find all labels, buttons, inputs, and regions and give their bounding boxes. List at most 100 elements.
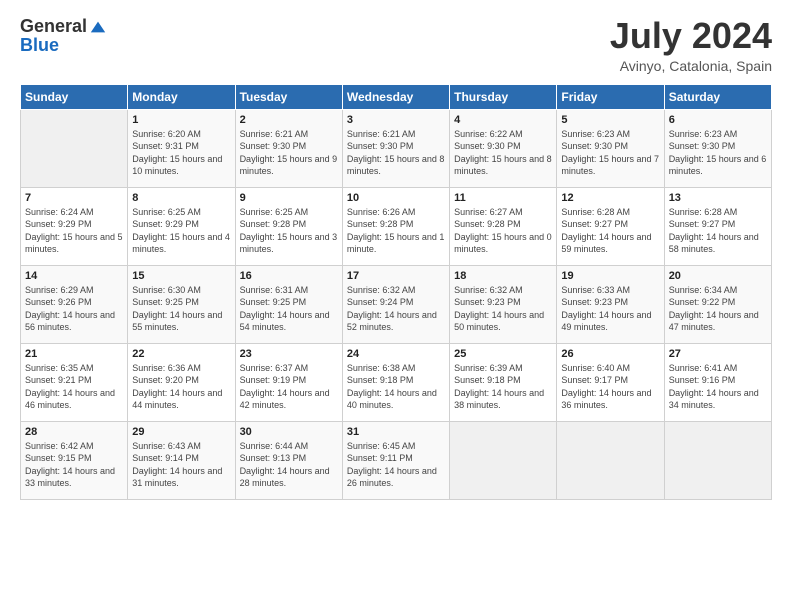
day-daylight: Daylight: 15 hours and 8 minutes.	[347, 154, 445, 177]
day-sunset: Sunset: 9:30 PM	[561, 141, 628, 151]
calendar-cell: 6 Sunrise: 6:23 AM Sunset: 9:30 PM Dayli…	[664, 109, 771, 187]
day-sunrise: Sunrise: 6:34 AM	[669, 285, 738, 295]
day-number: 14	[25, 270, 123, 282]
day-number: 10	[347, 192, 445, 204]
day-sunset: Sunset: 9:30 PM	[454, 141, 521, 151]
day-number: 28	[25, 426, 123, 438]
day-sunrise: Sunrise: 6:27 AM	[454, 207, 523, 217]
weekday-row: Sunday Monday Tuesday Wednesday Thursday…	[21, 84, 772, 109]
calendar-cell: 9 Sunrise: 6:25 AM Sunset: 9:28 PM Dayli…	[235, 187, 342, 265]
calendar-cell: 25 Sunrise: 6:39 AM Sunset: 9:18 PM Dayl…	[450, 343, 557, 421]
calendar-cell: 14 Sunrise: 6:29 AM Sunset: 9:26 PM Dayl…	[21, 265, 128, 343]
day-number: 18	[454, 270, 552, 282]
calendar-week-4: 21 Sunrise: 6:35 AM Sunset: 9:21 PM Dayl…	[21, 343, 772, 421]
day-sunrise: Sunrise: 6:40 AM	[561, 363, 630, 373]
day-number: 9	[240, 192, 338, 204]
calendar-cell	[664, 421, 771, 499]
day-sunset: Sunset: 9:22 PM	[669, 297, 736, 307]
day-sunrise: Sunrise: 6:30 AM	[132, 285, 201, 295]
calendar-cell: 23 Sunrise: 6:37 AM Sunset: 9:19 PM Dayl…	[235, 343, 342, 421]
day-sunrise: Sunrise: 6:43 AM	[132, 441, 201, 451]
calendar-header: Sunday Monday Tuesday Wednesday Thursday…	[21, 84, 772, 109]
day-daylight: Daylight: 14 hours and 55 minutes.	[132, 310, 222, 333]
day-sunrise: Sunrise: 6:20 AM	[132, 129, 201, 139]
day-sunset: Sunset: 9:27 PM	[669, 219, 736, 229]
day-sunset: Sunset: 9:11 PM	[347, 453, 413, 463]
day-sunrise: Sunrise: 6:42 AM	[25, 441, 94, 451]
day-sunrise: Sunrise: 6:23 AM	[561, 129, 630, 139]
day-number: 25	[454, 348, 552, 360]
calendar-cell: 20 Sunrise: 6:34 AM Sunset: 9:22 PM Dayl…	[664, 265, 771, 343]
day-daylight: Daylight: 14 hours and 38 minutes.	[454, 388, 544, 411]
calendar-cell: 3 Sunrise: 6:21 AM Sunset: 9:30 PM Dayli…	[342, 109, 449, 187]
day-daylight: Daylight: 14 hours and 28 minutes.	[240, 466, 330, 489]
day-daylight: Daylight: 15 hours and 1 minute.	[347, 232, 445, 255]
day-sunrise: Sunrise: 6:28 AM	[561, 207, 630, 217]
calendar-cell	[450, 421, 557, 499]
day-number: 26	[561, 348, 659, 360]
day-sunset: Sunset: 9:25 PM	[240, 297, 307, 307]
day-sunrise: Sunrise: 6:28 AM	[669, 207, 738, 217]
day-sunset: Sunset: 9:27 PM	[561, 219, 628, 229]
day-daylight: Daylight: 15 hours and 5 minutes.	[25, 232, 123, 255]
day-daylight: Daylight: 15 hours and 0 minutes.	[454, 232, 552, 255]
day-daylight: Daylight: 14 hours and 46 minutes.	[25, 388, 115, 411]
day-daylight: Daylight: 15 hours and 7 minutes.	[561, 154, 659, 177]
day-number: 27	[669, 348, 767, 360]
calendar-week-1: 1 Sunrise: 6:20 AM Sunset: 9:31 PM Dayli…	[21, 109, 772, 187]
calendar-cell: 27 Sunrise: 6:41 AM Sunset: 9:16 PM Dayl…	[664, 343, 771, 421]
day-number: 24	[347, 348, 445, 360]
calendar-week-5: 28 Sunrise: 6:42 AM Sunset: 9:15 PM Dayl…	[21, 421, 772, 499]
day-daylight: Daylight: 14 hours and 44 minutes.	[132, 388, 222, 411]
day-number: 11	[454, 192, 552, 204]
calendar-cell: 8 Sunrise: 6:25 AM Sunset: 9:29 PM Dayli…	[128, 187, 235, 265]
day-daylight: Daylight: 14 hours and 26 minutes.	[347, 466, 437, 489]
calendar-cell	[557, 421, 664, 499]
day-daylight: Daylight: 14 hours and 36 minutes.	[561, 388, 651, 411]
location: Avinyo, Catalonia, Spain	[610, 58, 772, 74]
calendar-cell: 31 Sunrise: 6:45 AM Sunset: 9:11 PM Dayl…	[342, 421, 449, 499]
day-sunset: Sunset: 9:23 PM	[454, 297, 521, 307]
day-sunrise: Sunrise: 6:31 AM	[240, 285, 309, 295]
day-sunrise: Sunrise: 6:32 AM	[454, 285, 523, 295]
day-sunset: Sunset: 9:28 PM	[240, 219, 307, 229]
day-sunrise: Sunrise: 6:39 AM	[454, 363, 523, 373]
day-sunset: Sunset: 9:26 PM	[25, 297, 92, 307]
day-number: 7	[25, 192, 123, 204]
day-number: 21	[25, 348, 123, 360]
day-daylight: Daylight: 15 hours and 9 minutes.	[240, 154, 338, 177]
day-number: 4	[454, 114, 552, 126]
calendar-cell: 16 Sunrise: 6:31 AM Sunset: 9:25 PM Dayl…	[235, 265, 342, 343]
day-number: 5	[561, 114, 659, 126]
day-sunset: Sunset: 9:30 PM	[669, 141, 736, 151]
calendar-cell: 10 Sunrise: 6:26 AM Sunset: 9:28 PM Dayl…	[342, 187, 449, 265]
day-sunset: Sunset: 9:18 PM	[347, 375, 414, 385]
day-number: 1	[132, 114, 230, 126]
day-number: 2	[240, 114, 338, 126]
day-number: 16	[240, 270, 338, 282]
day-number: 22	[132, 348, 230, 360]
day-sunrise: Sunrise: 6:41 AM	[669, 363, 738, 373]
day-number: 20	[669, 270, 767, 282]
day-sunset: Sunset: 9:15 PM	[25, 453, 92, 463]
day-sunrise: Sunrise: 6:26 AM	[347, 207, 416, 217]
logo-text: General	[20, 16, 107, 37]
logo-blue: Blue	[20, 35, 59, 55]
day-daylight: Daylight: 14 hours and 42 minutes.	[240, 388, 330, 411]
day-number: 30	[240, 426, 338, 438]
day-daylight: Daylight: 15 hours and 6 minutes.	[669, 154, 767, 177]
calendar-cell: 5 Sunrise: 6:23 AM Sunset: 9:30 PM Dayli…	[557, 109, 664, 187]
day-daylight: Daylight: 14 hours and 49 minutes.	[561, 310, 651, 333]
day-daylight: Daylight: 14 hours and 40 minutes.	[347, 388, 437, 411]
day-sunrise: Sunrise: 6:33 AM	[561, 285, 630, 295]
day-daylight: Daylight: 15 hours and 10 minutes.	[132, 154, 222, 177]
day-daylight: Daylight: 14 hours and 47 minutes.	[669, 310, 759, 333]
calendar-cell: 7 Sunrise: 6:24 AM Sunset: 9:29 PM Dayli…	[21, 187, 128, 265]
day-sunrise: Sunrise: 6:35 AM	[25, 363, 94, 373]
day-number: 29	[132, 426, 230, 438]
day-number: 17	[347, 270, 445, 282]
calendar-cell: 4 Sunrise: 6:22 AM Sunset: 9:30 PM Dayli…	[450, 109, 557, 187]
day-sunset: Sunset: 9:28 PM	[347, 219, 414, 229]
day-sunrise: Sunrise: 6:21 AM	[240, 129, 309, 139]
day-daylight: Daylight: 14 hours and 59 minutes.	[561, 232, 651, 255]
